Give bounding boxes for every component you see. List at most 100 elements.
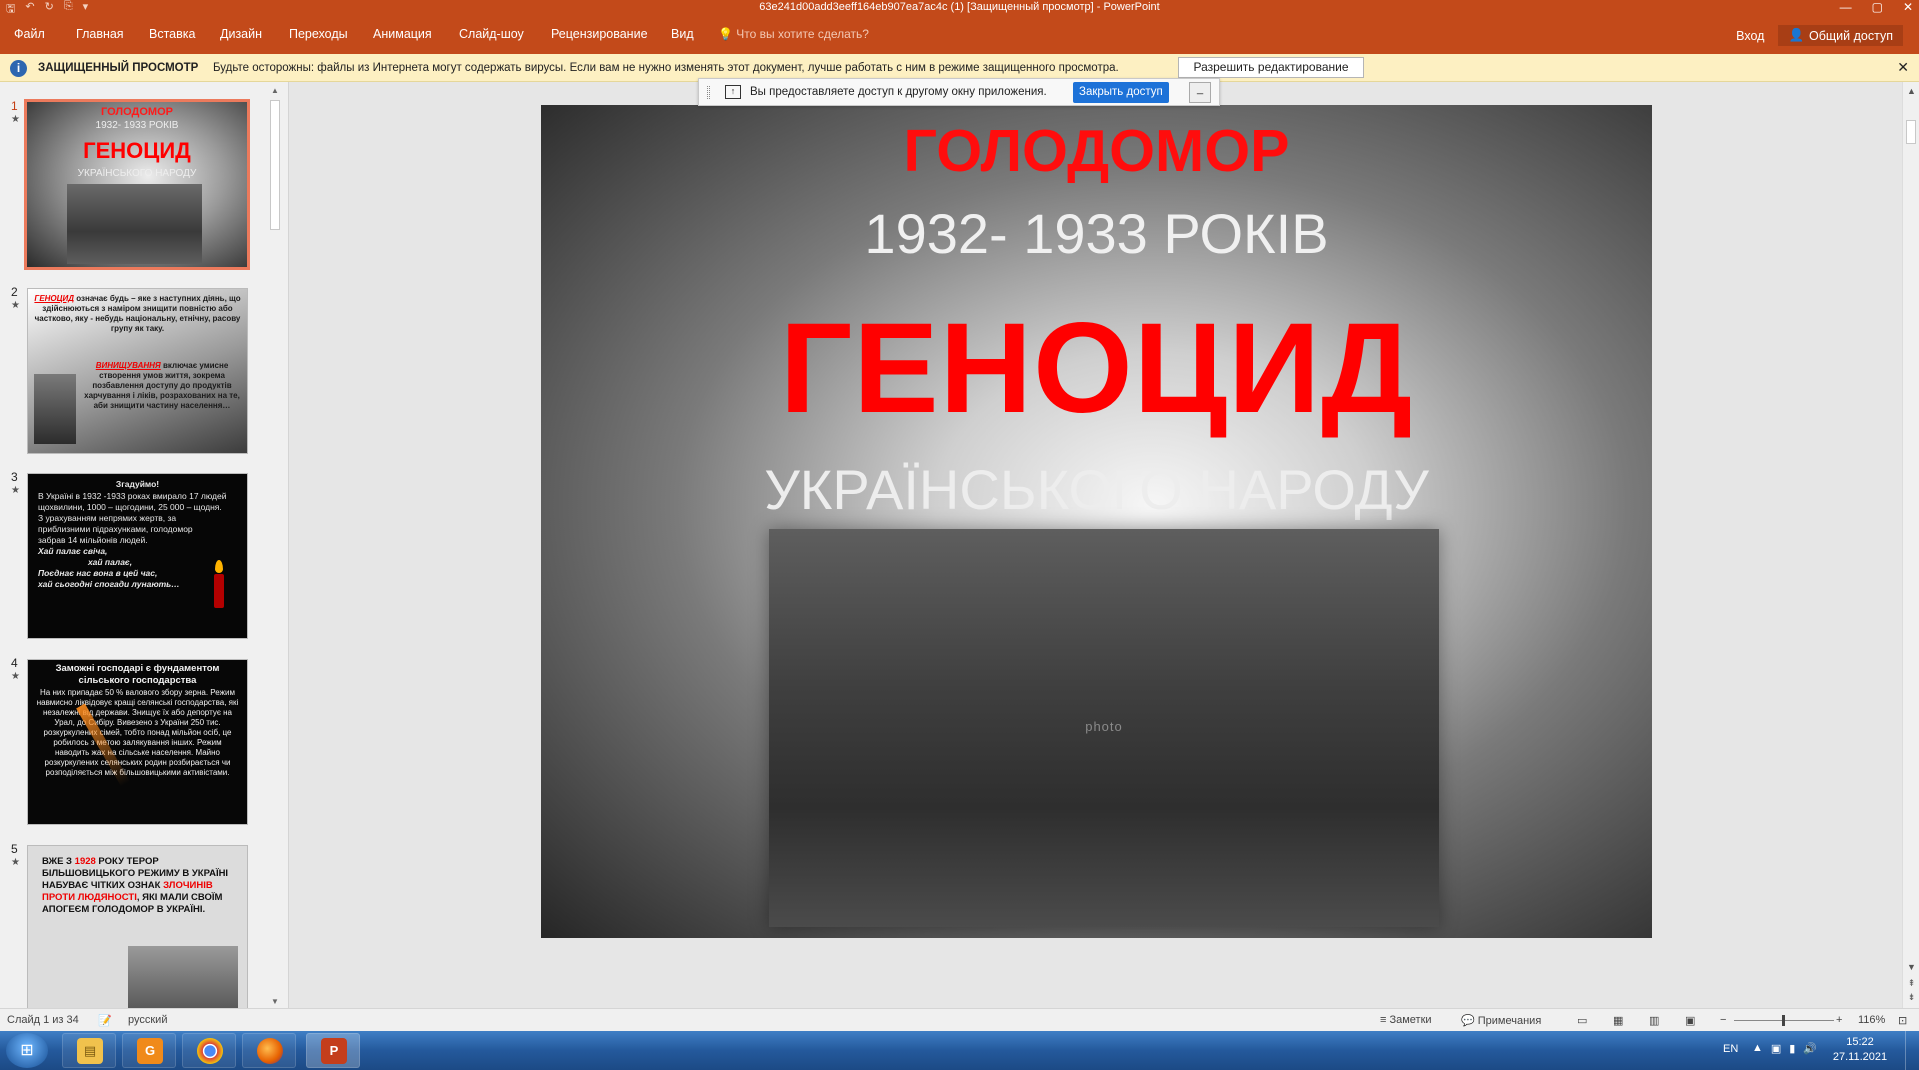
slide-sorter-icon[interactable]: ▦ — [1613, 1014, 1623, 1027]
notes-label: Заметки — [1389, 1014, 1432, 1026]
fit-to-window-icon[interactable]: ⊡ — [1898, 1014, 1907, 1027]
slide-thumbnail-pane: 1 ★ ГОЛОДОМОР 1932- 1933 РОКІВ ГЕНОЦИД У… — [0, 82, 288, 1011]
enable-editing-button[interactable]: Разрешить редактирование — [1178, 57, 1364, 78]
close-button[interactable]: ✕ — [1903, 0, 1913, 14]
animation-star-icon: ★ — [11, 485, 20, 496]
tab-review[interactable]: Рецензирование — [551, 27, 648, 41]
lightbulb-icon: 💡 — [718, 27, 733, 41]
slide-years: 1932- 1933 РОКІВ — [864, 202, 1329, 265]
zoom-level[interactable]: 116% — [1858, 1014, 1885, 1026]
thumb-heading: Заможні господарі є фундаментом сільсько… — [55, 663, 220, 686]
slide-photo: photo — [769, 529, 1439, 927]
slide-thumbnail-2[interactable]: ГЕНОЦИД означає будь – яке з наступних д… — [27, 288, 248, 454]
zoom-slider-handle[interactable] — [1782, 1015, 1785, 1026]
scrollbar-thumb[interactable] — [1906, 120, 1916, 144]
tab-design[interactable]: Дизайн — [220, 27, 262, 41]
candle-icon — [214, 574, 224, 608]
tab-insert[interactable]: Вставка — [149, 27, 195, 41]
previous-slide-icon[interactable]: ⇞ — [1903, 978, 1919, 989]
tab-home[interactable]: Главная — [76, 27, 124, 41]
scroll-down-icon[interactable]: ▼ — [268, 997, 282, 1006]
thumb-heading: Згадуймо! — [115, 479, 160, 489]
scroll-up-icon[interactable]: ▲ — [268, 86, 282, 95]
thumb-photo — [128, 946, 238, 1008]
scroll-up-icon[interactable]: ▲ — [1903, 86, 1919, 96]
show-desktop-button[interactable] — [1905, 1031, 1919, 1070]
minimize-button[interactable]: — — [1840, 0, 1852, 14]
minimize-notification-button[interactable]: _ — [1189, 82, 1211, 103]
reading-view-icon[interactable]: ▥ — [1649, 1014, 1659, 1027]
animation-star-icon: ★ — [11, 857, 20, 868]
scroll-down-icon[interactable]: ▼ — [1903, 962, 1919, 972]
network-icon[interactable]: ▮ — [1789, 1042, 1795, 1055]
tab-view[interactable]: Вид — [671, 27, 694, 41]
slide-thumbnail-1[interactable]: ГОЛОДОМОР 1932- 1933 РОКІВ ГЕНОЦИД УКРАЇ… — [24, 99, 250, 270]
slide-thumbnail-3[interactable]: Згадуймо! В Україні в 1932 -1933 роках в… — [27, 473, 248, 639]
taskbar-powerpoint[interactable]: P — [306, 1033, 360, 1068]
volume-icon[interactable]: 🔊 — [1803, 1042, 1817, 1055]
normal-view-icon[interactable]: ▭ — [1577, 1014, 1587, 1027]
system-tray: ▲ ▣ ▮ 🔊 — [1752, 1042, 1817, 1055]
chrome-icon — [197, 1038, 223, 1064]
tell-me-text: Что вы хотите сделать? — [736, 27, 869, 41]
slide-editor: ГОЛОДОМОР 1932- 1933 РОКІВ ГЕНОЦИД УКРАЇ… — [289, 82, 1902, 1008]
tell-me-search[interactable]: 💡 Что вы хотите сделать? — [718, 27, 869, 41]
comment-icon: 💬 — [1461, 1015, 1475, 1027]
taskbar-chrome[interactable] — [182, 1033, 236, 1068]
thumb-paragraph: ГЕНОЦИД означає будь – яке з наступних д… — [34, 294, 241, 333]
slide-number: 1 — [11, 99, 18, 113]
language-indicator[interactable]: русский — [128, 1014, 167, 1026]
input-language[interactable]: EN — [1723, 1043, 1738, 1055]
protected-view-title: ЗАЩИЩЕННЫЙ ПРОСМОТР — [38, 62, 199, 74]
tray-expand-icon[interactable]: ▲ — [1752, 1042, 1763, 1055]
slide-subtitle: УКРАЇНСЬКОГО НАРОДУ — [764, 458, 1429, 521]
current-slide[interactable]: ГОЛОДОМОР 1932- 1933 РОКІВ ГЕНОЦИД УКРАЇ… — [541, 105, 1652, 938]
stop-sharing-button[interactable]: Закрыть доступ — [1073, 82, 1169, 103]
tray-app-icon[interactable]: ▣ — [1771, 1042, 1781, 1055]
share-button[interactable]: 👤 Общий доступ — [1778, 25, 1903, 46]
share-label: Общий доступ — [1809, 28, 1893, 43]
notes-button[interactable]: ≡ Заметки — [1380, 1014, 1432, 1026]
system-clock[interactable]: 15:22 27.11.2021 — [1832, 1035, 1888, 1065]
slide-number: 5 — [11, 842, 18, 856]
comments-button[interactable]: 💬 Примечания — [1461, 1014, 1541, 1027]
scrollbar-thumb[interactable] — [270, 100, 280, 230]
clock-time: 15:22 — [1846, 1036, 1874, 1048]
candle-flame-icon — [215, 560, 223, 573]
animation-star-icon: ★ — [11, 114, 20, 125]
thumb-verse: Хай палає свіча, — [38, 546, 108, 556]
start-button[interactable]: ⊞ — [6, 1033, 48, 1068]
powerpoint-icon: P — [321, 1038, 347, 1064]
comments-label: Примечания — [1477, 1015, 1542, 1027]
slide-number: 4 — [11, 656, 18, 670]
slide-thumbnail-4[interactable]: Заможні господарі є фундаментом сільсько… — [27, 659, 248, 825]
sign-in-link[interactable]: Вход — [1730, 27, 1770, 45]
slide-thumbnail-5[interactable]: ВЖЕ З 1928 РОКУ ТЕРОР БІЛЬШОВИЦЬКОГО РЕЖ… — [27, 845, 248, 1011]
editor-scrollbar[interactable]: ▲ ▼ ⇞ ⇟ — [1902, 82, 1919, 1008]
thumbnail-scrollbar[interactable]: ▲ ▼ — [268, 86, 282, 1006]
thumb-line: УКРАЇНСЬКОГО НАРОДУ — [77, 168, 197, 179]
maximize-button[interactable]: ▢ — [1872, 0, 1883, 14]
tab-transitions[interactable]: Переходы — [289, 27, 348, 41]
spelling-icon[interactable]: 📝 — [98, 1014, 112, 1027]
slideshow-view-icon[interactable]: ▣ — [1685, 1014, 1695, 1027]
window-controls: — ▢ ✕ — [1840, 0, 1913, 14]
taskbar-pdf-app[interactable]: G — [122, 1033, 176, 1068]
thumb-verse: хай палає, — [88, 557, 133, 567]
photo-placeholder-label: photo — [1085, 719, 1123, 734]
slide-title-holodomor: ГОЛОДОМОР — [903, 118, 1290, 184]
tab-file[interactable]: Файл — [14, 27, 45, 41]
tab-slideshow[interactable]: Слайд-шоу — [459, 27, 524, 41]
tab-animations[interactable]: Анимация — [373, 27, 432, 41]
drag-handle[interactable] — [707, 86, 710, 99]
firefox-icon — [257, 1038, 283, 1064]
zoom-out-icon[interactable]: − — [1720, 1014, 1726, 1026]
pdf-app-icon: G — [137, 1038, 163, 1064]
taskbar-explorer[interactable]: ▤ — [62, 1033, 116, 1068]
close-icon[interactable]: ✕ — [1897, 59, 1909, 76]
zoom-in-icon[interactable]: + — [1836, 1014, 1842, 1026]
thumb-paragraph: ВИНИЩУВАННЯ включає умисне створення умо… — [84, 361, 240, 410]
person-icon: 👤 — [1788, 28, 1805, 42]
taskbar-firefox[interactable] — [242, 1033, 296, 1068]
next-slide-icon[interactable]: ⇟ — [1903, 992, 1919, 1003]
